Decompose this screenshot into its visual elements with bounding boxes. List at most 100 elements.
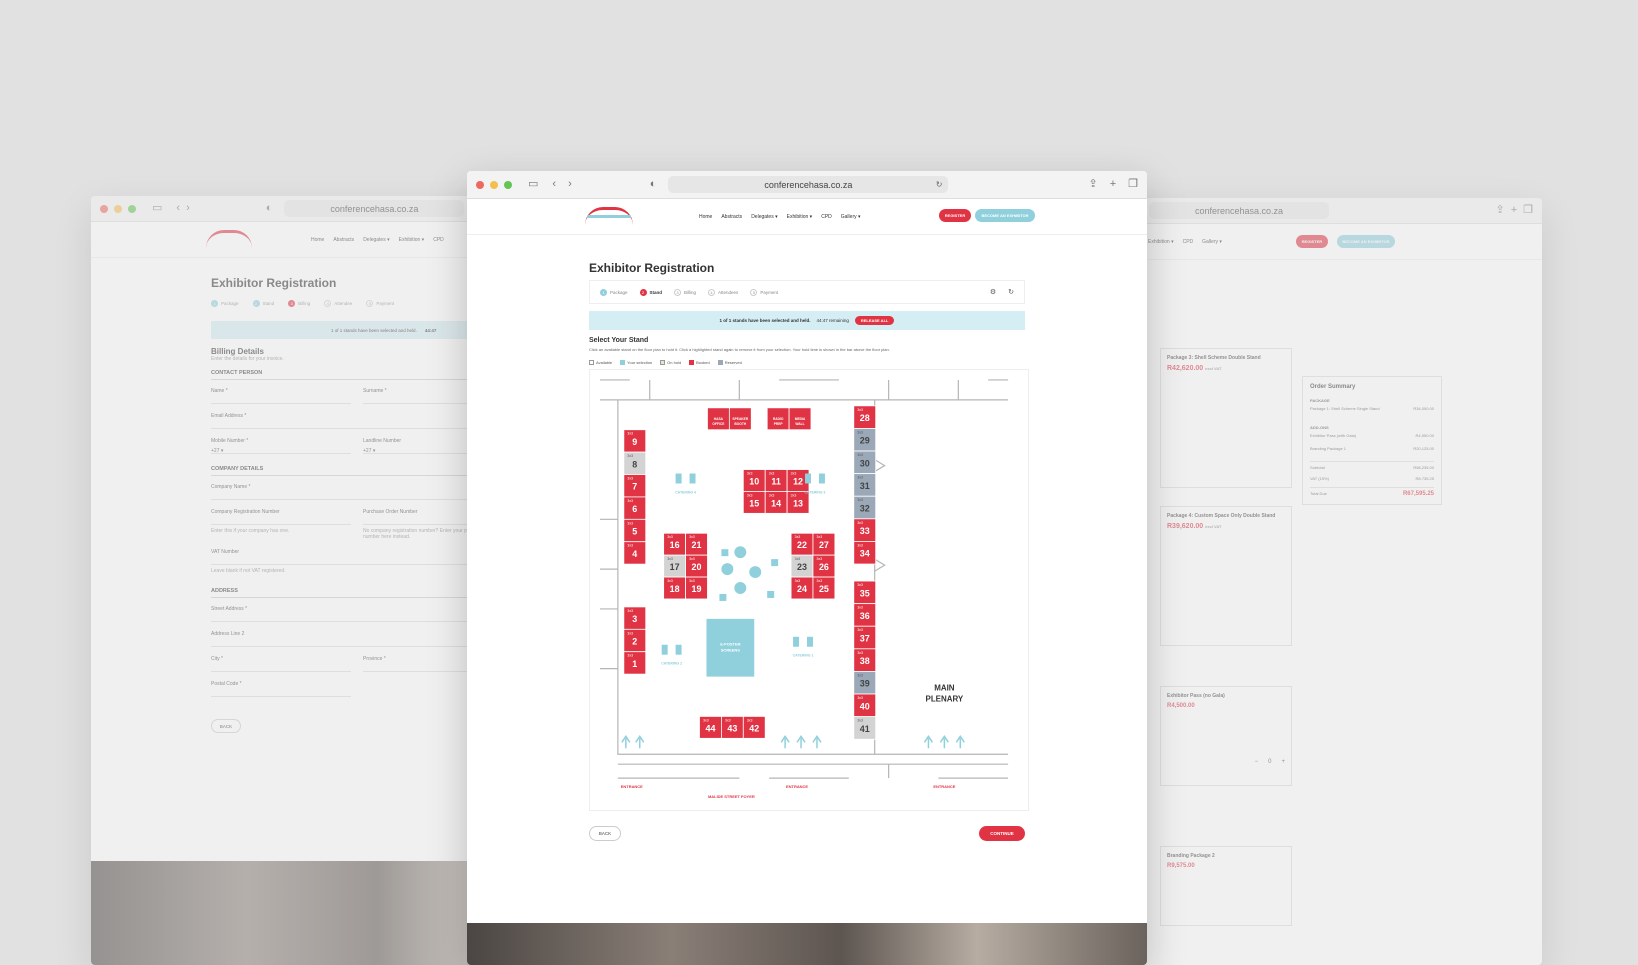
continue-button[interactable]: CONTINUE — [979, 826, 1025, 841]
back-arrow-icon[interactable]: ‹ — [552, 179, 556, 190]
step-stand[interactable]: 2 Stand — [252, 300, 274, 307]
address-bar[interactable]: conferencehasa.co.za — [284, 200, 465, 217]
stand-21[interactable]: 3x321 — [685, 532, 708, 556]
stand-7[interactable]: 3x37 — [623, 474, 647, 498]
stand-17[interactable]: 3x317 — [663, 554, 686, 578]
stand-1[interactable]: 3x31 — [623, 651, 647, 675]
nav-link-cpd[interactable]: CPD — [821, 214, 832, 220]
package-card[interactable]: Package 4: Custom Space Only Double Stan… — [1160, 506, 1292, 646]
stand-22[interactable]: 3x322 — [790, 532, 814, 556]
stand-33[interactable]: 3x333 — [853, 518, 877, 542]
stand-41[interactable]: 3x341 — [853, 716, 877, 740]
stand-15[interactable]: 3x315 — [742, 491, 766, 514]
minimize-dot[interactable] — [114, 204, 122, 213]
stand-9[interactable]: 3x39 — [623, 429, 647, 453]
back-arrow-icon[interactable]: ‹ — [176, 203, 180, 214]
release-all-button[interactable]: RELEASE ALL — [854, 316, 895, 325]
stand-8[interactable]: 3x38 — [623, 451, 647, 475]
maximize-dot[interactable] — [128, 204, 136, 213]
nav-link[interactable]: Home — [311, 237, 324, 243]
nav-link[interactable]: CPD — [433, 237, 444, 243]
stand-35[interactable]: 3x335 — [853, 580, 877, 605]
mobile-country-select[interactable]: +27 ▾ — [211, 444, 351, 454]
step-package[interactable]: 1 Package — [211, 300, 239, 307]
stand-43[interactable]: 3x343 — [721, 716, 744, 739]
postal-field[interactable] — [211, 687, 351, 697]
nav-link[interactable]: Abstracts — [333, 237, 354, 243]
step-billing[interactable]: 3 Billing — [288, 300, 310, 307]
street-field[interactable] — [211, 612, 503, 622]
settings-icon[interactable]: ⚙ — [990, 288, 996, 296]
minus-icon[interactable]: − — [1255, 759, 1259, 765]
stand-39[interactable]: 3x3 39 — [853, 671, 877, 695]
stand-18[interactable]: 3x318 — [663, 576, 686, 600]
company-name-field[interactable] — [211, 490, 503, 500]
close-dot[interactable] — [476, 180, 484, 189]
stand-3[interactable]: 3x33 — [623, 606, 647, 630]
nav-link-home[interactable]: Home — [699, 214, 712, 220]
reg-number-field[interactable] — [211, 515, 351, 525]
become-exhibitor-button[interactable]: BECOME AN EXHIBITOR — [975, 209, 1035, 222]
package-card[interactable]: Package 3: Shell Scheme Double Stand R42… — [1160, 348, 1292, 488]
stand-31[interactable]: 3x331 — [853, 473, 877, 497]
nav-link[interactable]: Gallery ▾ — [1202, 239, 1222, 245]
stand-13[interactable]: 3x313 — [786, 491, 810, 514]
quantity-stepper[interactable]: − 0 + — [1167, 759, 1285, 765]
stand-40[interactable]: 3x340 — [853, 693, 877, 718]
nav-link[interactable]: Exhibition ▾ — [1148, 239, 1174, 245]
stand-2[interactable]: 3x3 2 — [623, 628, 647, 653]
stand-25[interactable]: 3x325 — [812, 576, 836, 600]
stand-24[interactable]: 3x324 — [790, 576, 814, 600]
nav-link-abstracts[interactable]: Abstracts — [721, 214, 742, 220]
step-payment[interactable]: 5 Payment — [750, 288, 778, 296]
stand-37[interactable]: 3x3 37 — [853, 625, 877, 650]
nav-link-delegates[interactable]: Delegates ▾ — [751, 214, 777, 220]
stand-20[interactable]: 3x320 — [685, 554, 708, 578]
new-tab-icon[interactable]: + — [1110, 179, 1116, 190]
stand-28[interactable]: 3x328 — [853, 405, 877, 429]
register-button[interactable]: REGISTER — [1295, 235, 1328, 248]
stand-5[interactable]: 3x3 5 — [623, 518, 647, 543]
become-exhibitor-button[interactable]: BECOME AN EXHIBITOR — [1336, 235, 1395, 248]
share-icon[interactable]: ⇪ — [1088, 179, 1097, 190]
refresh-icon[interactable]: ↻ — [1008, 288, 1014, 296]
nav-link[interactable]: Delegates ▾ — [363, 237, 389, 243]
nav-link-gallery[interactable]: Gallery ▾ — [841, 214, 861, 220]
back-button[interactable]: BACK — [589, 826, 621, 841]
step-payment[interactable]: 5 Payment — [366, 300, 394, 307]
tabs-icon[interactable]: ❐ — [1523, 205, 1533, 216]
share-icon[interactable]: ⇪ — [1495, 205, 1504, 216]
stand-27[interactable]: 3x327 — [812, 532, 836, 556]
stand-4[interactable]: 3x34 — [623, 541, 647, 565]
stand-44[interactable]: 3x344 — [699, 716, 722, 739]
forward-arrow-icon[interactable]: › — [186, 203, 190, 214]
vat-field[interactable] — [211, 555, 503, 565]
email-field[interactable] — [211, 419, 503, 429]
step-stand[interactable]: 2 Stand — [639, 288, 662, 296]
stand-10[interactable]: 3x310 — [742, 469, 766, 492]
stand-32[interactable]: 3x3 32 — [853, 495, 877, 520]
forward-arrow-icon[interactable]: › — [568, 179, 572, 190]
sidebar-icon[interactable]: ▭ — [528, 179, 538, 190]
address-line2-field[interactable] — [211, 637, 503, 647]
step-attendees[interactable]: 4 Attendee — [324, 300, 352, 307]
name-field[interactable] — [211, 394, 351, 404]
minimize-dot[interactable] — [490, 180, 498, 189]
step-billing[interactable]: 3 Billing — [674, 288, 696, 296]
address-bar[interactable]: conferencehasa.co.za — [1149, 202, 1329, 219]
step-attendees[interactable]: 4 Attendees — [708, 288, 738, 296]
stand-30[interactable]: 3x330 — [853, 450, 877, 475]
site-logo[interactable] — [585, 207, 633, 225]
addon-card[interactable]: Branding Package 2 R9,575.00 — [1160, 846, 1292, 926]
step-package[interactable]: 1 Package — [600, 288, 628, 296]
maximize-dot[interactable] — [504, 180, 512, 189]
nav-link[interactable]: Exhibition ▾ — [399, 237, 425, 243]
stand-29[interactable]: 3x3 29 — [853, 428, 877, 452]
stand-16[interactable]: 3x316 — [663, 532, 686, 556]
register-button[interactable]: REGISTER — [939, 209, 971, 222]
stand-11[interactable]: 3x311 — [764, 469, 788, 492]
stand-23[interactable]: 3x323 — [790, 554, 814, 578]
stand-14[interactable]: 3x314 — [764, 491, 788, 514]
tabs-icon[interactable]: ❐ — [1128, 179, 1138, 190]
stand-26[interactable]: 3x326 — [812, 554, 836, 578]
